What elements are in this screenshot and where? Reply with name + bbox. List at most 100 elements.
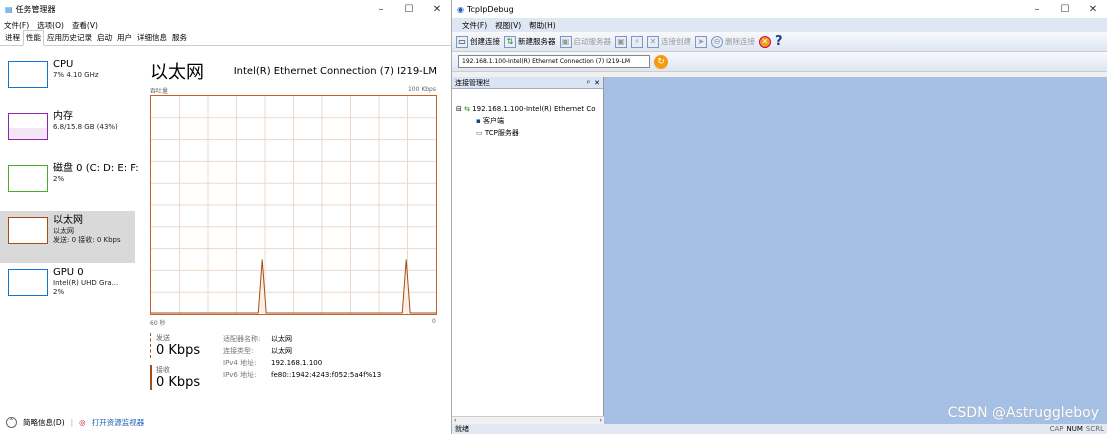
close-icon[interactable]: ✕	[423, 4, 451, 15]
tcp-menubar: 文件(F) 视图(V) 帮助(H)	[452, 18, 1107, 32]
stop-server-icon: ▣	[615, 35, 627, 48]
recv-value: 0 Kbps	[156, 375, 201, 390]
sidebar-item-gpu[interactable]: GPU 0 Intel(R) UHD Gra... 2%	[0, 263, 135, 315]
help-button[interactable]: ?	[775, 34, 783, 49]
app-icon: ◉	[457, 4, 464, 14]
menu-file[interactable]: 文件(F)	[4, 20, 29, 31]
menu-file[interactable]: 文件(F)	[462, 20, 487, 31]
client-icon: ▪	[476, 117, 481, 125]
tcp-titlebar: ◉ TcpIpDebug – ☐ ✕	[452, 0, 1107, 18]
recv-label: 接收	[156, 366, 170, 374]
tab-processes[interactable]: 进程	[3, 31, 22, 45]
status-scrl: SCRL	[1085, 425, 1104, 433]
new-server-button[interactable]: ⇅ 新建服务器	[504, 35, 556, 48]
chevron-up-icon[interactable]: ˄	[6, 416, 17, 428]
resource-monitor-link[interactable]: 打开资源监视器	[92, 417, 145, 428]
sidebar-item-label: 以太网	[53, 215, 83, 226]
detail-value: 以太网	[271, 335, 292, 343]
connection-panel: 连接管理栏 ᵖ ✕ ⊟ ⇆ 192.168.1.100-Intel(R) Eth…	[452, 77, 604, 424]
detail-value: 以太网	[271, 347, 292, 355]
connection-create-button[interactable]: ✕ 连接创建	[647, 35, 691, 48]
scroll-right-icon[interactable]: ›	[600, 417, 602, 424]
status-cap: CAP	[1049, 425, 1064, 433]
connection-tree: ⊟ ⇆ 192.168.1.100-Intel(R) Ethernet Co ▪…	[452, 89, 603, 139]
tab-users[interactable]: 用户	[115, 31, 134, 45]
detail-value: fe80::1942:4243:f052:5a4f%13	[271, 371, 382, 379]
delete-connection-button[interactable]: ⊖ 删除连接	[711, 35, 755, 48]
close-icon[interactable]: ✕	[1079, 4, 1107, 15]
scroll-left-icon[interactable]: ‹	[454, 417, 456, 424]
tab-details[interactable]: 详细信息	[135, 31, 169, 45]
maximize-icon[interactable]: ☐	[1051, 4, 1079, 15]
stop-server-button[interactable]: ▣	[615, 35, 627, 48]
sidebar-item-sub2: 发送: 0 接收: 0 Kbps	[53, 236, 121, 244]
sidebar-item-label: GPU 0	[53, 267, 84, 278]
tree-client-label: 客户端	[482, 117, 504, 125]
tree-node-root[interactable]: ⊟ ⇆ 192.168.1.100-Intel(R) Ethernet Co	[456, 103, 603, 115]
panel-close-icon[interactable]: ✕	[594, 79, 600, 87]
sidebar-item-ethernet[interactable]: 以太网 以太网 发送: 0 接收: 0 Kbps	[0, 211, 135, 263]
tab-performance[interactable]: 性能	[23, 30, 44, 46]
create-connection-button[interactable]: ▭ 创建连接	[456, 35, 500, 48]
send-label: 发送	[156, 334, 170, 342]
task-manager-window: ▤ 任务管理器 – ☐ ✕ 文件(F) 选项(O) 查看(V) 进程 性能 应用…	[0, 0, 452, 434]
sidebar-item-label: CPU	[53, 59, 74, 70]
refresh-icon[interactable]: ↻	[654, 54, 668, 69]
menu-options[interactable]: 选项(O)	[37, 20, 64, 31]
panel-title: 连接管理栏	[455, 78, 490, 87]
throughput-graph	[150, 95, 437, 315]
tree-server-label: TCP服务器	[484, 129, 519, 137]
start-server-button[interactable]: ▣ 启动服务器	[559, 35, 611, 48]
disk-thumbnail	[8, 165, 48, 192]
tree-node-server[interactable]: ▭ TCP服务器	[456, 127, 603, 139]
minimize-icon[interactable]: –	[1023, 4, 1051, 15]
panel-header: 连接管理栏 ᵖ ✕	[452, 77, 603, 89]
disconnect-button[interactable]: ⚡	[631, 35, 643, 48]
taskmgr-icon: ▤	[5, 4, 13, 14]
tab-startup[interactable]: 启动	[95, 31, 114, 45]
create-conn-label: 创建连接	[470, 37, 500, 46]
tree-node-client[interactable]: ▪ 客户端	[456, 115, 603, 127]
connection-select[interactable]: 192.168.1.100-Intel(R) Ethernet Connecti…	[458, 55, 650, 68]
detail-value: 192.168.1.100	[271, 359, 323, 367]
menu-view[interactable]: 查看(V)	[72, 20, 98, 31]
detail-row: 连接类型: 以太网	[223, 345, 381, 357]
menu-help[interactable]: 帮助(H)	[529, 20, 556, 31]
tab-services[interactable]: 服务	[170, 31, 189, 45]
server-icon: ▭	[476, 129, 483, 137]
connect-icon: ✕	[647, 35, 659, 48]
divider: |	[70, 417, 74, 427]
create-server-label: 新建服务器	[518, 37, 556, 46]
pin-icon[interactable]: ᵖ	[587, 79, 590, 87]
tcp-title: TcpIpDebug	[466, 4, 514, 14]
connection-toolbar: 192.168.1.100-Intel(R) Ethernet Connecti…	[452, 52, 1107, 72]
tab-app-history[interactable]: 应用历史记录	[45, 31, 94, 45]
sidebar-item-label: 磁盘 0 (C: D: E: F:	[53, 163, 139, 174]
brief-info-link[interactable]: 简略信息(D)	[23, 417, 65, 428]
memory-thumbnail	[8, 113, 48, 140]
minimize-icon[interactable]: –	[367, 4, 395, 15]
mdi-workspace	[604, 77, 1107, 424]
maximize-icon[interactable]: ☐	[395, 4, 423, 15]
send-stat: 发送 0 Kbps	[150, 333, 200, 358]
delete-icon: ⊖	[711, 35, 723, 48]
tm-menubar: 文件(F) 选项(O) 查看(V)	[0, 18, 451, 32]
menu-view[interactable]: 视图(V)	[495, 20, 521, 31]
disconnect-icon: ⚡	[631, 35, 643, 48]
tm-footer: ˄ 简略信息(D) | ◎ 打开资源监视器	[0, 410, 451, 434]
horizontal-scrollbar[interactable]: ‹ ›	[452, 416, 604, 424]
zero-label: 0	[432, 318, 436, 325]
send-button[interactable]: ➤	[695, 35, 707, 48]
sidebar-item-cpu[interactable]: CPU 7% 4.10 GHz	[0, 55, 135, 107]
sidebar-item-memory[interactable]: 内存 6.8/15.8 GB (43%)	[0, 107, 135, 159]
status-text: 就绪	[455, 425, 469, 433]
gpu-thumbnail	[8, 269, 48, 296]
stop-button[interactable]: ✕	[759, 35, 771, 48]
ethernet-thumbnail	[8, 217, 48, 244]
sidebar-item-disk[interactable]: 磁盘 0 (C: D: E: F: 2%	[0, 159, 139, 211]
max-label: 100 Kbps	[407, 86, 436, 93]
sidebar-item-sub: 以太网	[53, 227, 74, 235]
send-icon: ➤	[695, 35, 707, 48]
tcpipdebug-window: ◉ TcpIpDebug – ☐ ✕ 文件(F) 视图(V) 帮助(H) ▭ 创建…	[452, 0, 1107, 434]
plug-icon: ⇅	[504, 35, 516, 48]
